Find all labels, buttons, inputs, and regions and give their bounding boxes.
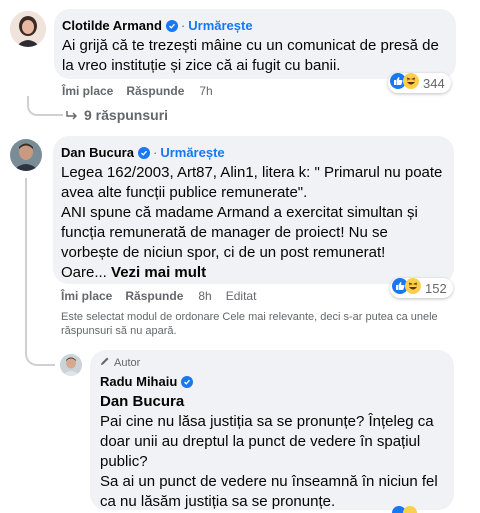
thread-connector	[25, 336, 55, 366]
thread-line	[25, 178, 27, 338]
reply-line: doar unii au dreptul la punct de vedere …	[100, 433, 421, 450]
reaction-summary[interactable]: 344	[388, 72, 451, 94]
like-button[interactable]: Îmi place	[62, 84, 113, 98]
comment-actions: Îmi place Răspunde 8h Editat	[61, 289, 256, 303]
verified-badge-icon	[181, 375, 194, 388]
follow-button[interactable]: Urmărește	[160, 145, 224, 160]
haha-reaction-icon	[403, 506, 417, 513]
reply-button[interactable]: Răspunde	[125, 289, 183, 303]
comment-actions: Îmi place Răspunde 7h	[62, 84, 213, 98]
truncated-text: Oare...	[61, 264, 107, 281]
author-name[interactable]: Dan Bucura	[61, 145, 134, 160]
avatar-radu-mihaiu[interactable]	[60, 354, 82, 376]
comment-bubble: Dan Bucura · Urmărește Legea 162/2003, A…	[53, 136, 454, 284]
view-replies-button[interactable]: 9 răspunsuri	[66, 107, 168, 123]
comment-line: funcția remunerată de manager de proiect…	[61, 224, 388, 241]
author-badge: Autor	[100, 356, 140, 369]
avatar-dan-bucura[interactable]	[10, 139, 42, 171]
author-pen-icon	[100, 356, 110, 369]
reply-arrow-icon	[66, 107, 78, 123]
mention-link[interactable]: Dan Bucura	[100, 392, 450, 412]
reply-header: Radu Mihaiu	[100, 374, 194, 389]
comment-timestamp[interactable]: 7h	[199, 84, 212, 98]
verified-badge-icon	[137, 146, 150, 159]
avatar-clotilde-armand[interactable]	[10, 11, 46, 47]
comment-line: ANI spune că madame Armand a exercitat s…	[61, 204, 418, 221]
reply-line: public?	[100, 453, 148, 470]
reply-line: Sa ai un punct de vedere nu înseamnă în …	[100, 473, 438, 490]
reaction-summary-partial[interactable]	[392, 506, 417, 513]
comment-timestamp[interactable]: 8h	[198, 289, 211, 303]
comment-header: Dan Bucura · Urmărește	[61, 145, 225, 160]
author-name[interactable]: Radu Mihaiu	[100, 374, 177, 389]
view-replies-label: 9 răspunsuri	[84, 107, 169, 123]
reaction-count: 152	[425, 280, 447, 296]
separator-dot: ·	[180, 18, 186, 33]
author-name[interactable]: Clotilde Armand	[62, 18, 162, 33]
comment-line: vorbește de niciun spor, ci de un post r…	[61, 244, 386, 261]
comment-header: Clotilde Armand · Urmărește	[62, 18, 253, 33]
comment-text: Ai grijă că te trezești mâine cu un comu…	[62, 36, 454, 76]
follow-button[interactable]: Urmărește	[188, 18, 252, 33]
reaction-count: 344	[423, 75, 445, 91]
edited-label: Editat	[225, 289, 257, 303]
sort-notice: Este selectat modul de ordonare Cele mai…	[61, 311, 438, 337]
comment-text: Legea 162/2003, Art87, Alin1, litera k: …	[61, 163, 451, 283]
reply-button[interactable]: Răspunde	[126, 84, 184, 98]
separator-dot: ·	[152, 145, 158, 160]
see-more-link[interactable]: Vezi mai mult	[111, 264, 206, 281]
thread-connector	[27, 96, 63, 116]
verified-badge-icon	[165, 19, 178, 32]
reply-bubble: Autor Radu Mihaiu Dan Bucura Pai cine nu…	[90, 350, 454, 510]
reply-line: Pai cine nu lăsa justiția sa se pronunțe…	[100, 413, 434, 430]
comment-line: Legea 162/2003, Art87, Alin1, litera k: …	[61, 164, 443, 181]
author-badge-label: Autor	[114, 356, 141, 369]
haha-reaction-icon	[405, 277, 421, 299]
comment-bubble: Clotilde Armand · Urmărește Ai grijă că …	[54, 9, 456, 79]
reaction-summary[interactable]: 152	[390, 277, 453, 299]
comment-line: Ai grijă că te trezești mâine cu un comu…	[62, 37, 439, 54]
haha-reaction-icon	[403, 72, 419, 94]
comment-line: avea alte funcții publice remunerate".	[61, 184, 308, 201]
like-button[interactable]: Îmi place	[61, 289, 112, 303]
reply-text: Dan Bucura Pai cine nu lăsa justiția sa …	[100, 392, 450, 512]
